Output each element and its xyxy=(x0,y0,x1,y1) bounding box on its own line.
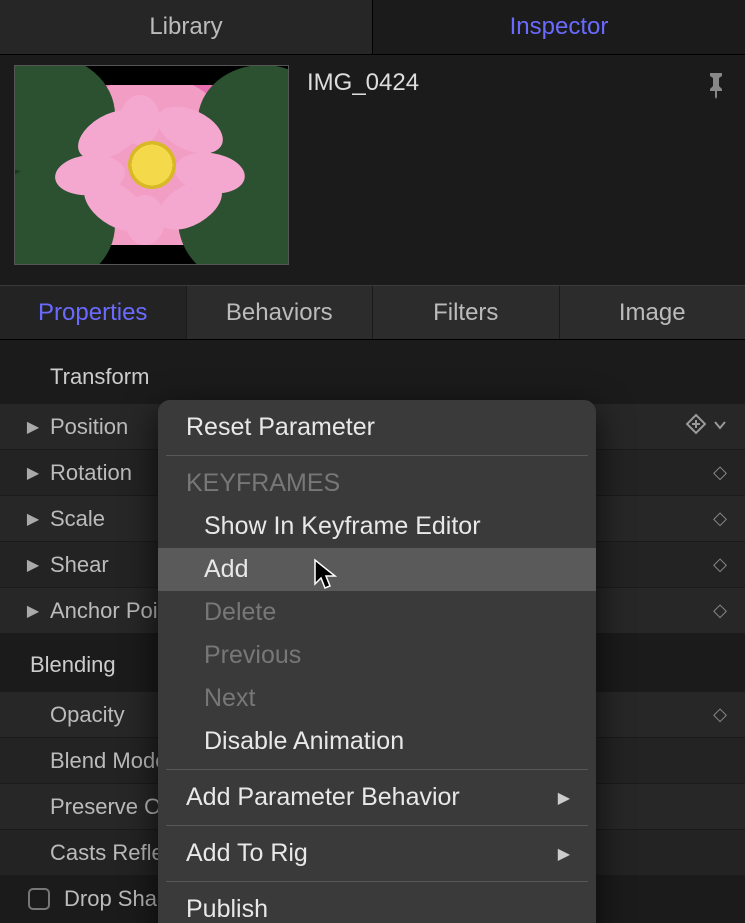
menu-next: Next xyxy=(158,677,596,720)
clip-title: IMG_0424 xyxy=(307,65,683,97)
menu-separator xyxy=(166,881,588,882)
menu-add[interactable]: Add xyxy=(158,548,596,591)
menu-separator xyxy=(166,769,588,770)
tab-behaviors[interactable]: Behaviors xyxy=(187,286,374,339)
menu-disable-animation[interactable]: Disable Animation xyxy=(158,720,596,763)
keyframe-icon[interactable]: ◇ xyxy=(713,508,727,529)
submenu-arrow-icon: ▶ xyxy=(558,844,570,864)
clip-thumbnail[interactable] xyxy=(14,65,289,265)
disclosure-icon[interactable]: ▶ xyxy=(22,555,44,575)
drop-shadow-checkbox[interactable] xyxy=(28,888,50,910)
menu-add-to-rig[interactable]: Add To Rig ▶ xyxy=(158,832,596,875)
context-menu: Reset Parameter KEYFRAMES Show In Keyfra… xyxy=(158,400,596,923)
menu-keyframes-label: KEYFRAMES xyxy=(158,462,596,505)
menu-separator xyxy=(166,455,588,456)
top-tabs: Library Inspector xyxy=(0,0,745,55)
keyframe-icon[interactable]: ◇ xyxy=(713,554,727,575)
menu-previous: Previous xyxy=(158,634,596,677)
keyframe-icon[interactable]: ◇ xyxy=(713,600,727,621)
menu-item-label: Add Parameter Behavior xyxy=(186,783,460,812)
keyframe-add-icon[interactable] xyxy=(685,413,707,441)
disclosure-icon[interactable]: ▶ xyxy=(22,463,44,483)
inspector-sub-tabs: Properties Behaviors Filters Image xyxy=(0,285,745,340)
chevron-down-icon[interactable] xyxy=(713,418,727,435)
pin-icon[interactable] xyxy=(701,65,731,106)
tab-properties[interactable]: Properties xyxy=(0,286,187,339)
disclosure-icon[interactable]: ▶ xyxy=(22,601,44,621)
preview-area: IMG_0424 xyxy=(0,55,745,285)
section-transform: Transform xyxy=(0,350,745,404)
tab-filters[interactable]: Filters xyxy=(373,286,560,339)
menu-reset-parameter[interactable]: Reset Parameter xyxy=(158,406,596,449)
keyframe-icon[interactable]: ◇ xyxy=(713,704,727,725)
menu-show-in-keyframe-editor[interactable]: Show In Keyframe Editor xyxy=(158,505,596,548)
tab-library[interactable]: Library xyxy=(0,0,373,54)
tab-inspector[interactable]: Inspector xyxy=(373,0,745,54)
disclosure-icon[interactable]: ▶ xyxy=(22,417,44,437)
tab-image[interactable]: Image xyxy=(560,286,745,339)
menu-delete: Delete xyxy=(158,591,596,634)
disclosure-icon[interactable]: ▶ xyxy=(22,509,44,529)
menu-separator xyxy=(166,825,588,826)
menu-publish[interactable]: Publish xyxy=(158,888,596,923)
keyframe-icon[interactable]: ◇ xyxy=(713,462,727,483)
submenu-arrow-icon: ▶ xyxy=(558,788,570,808)
menu-item-label: Add To Rig xyxy=(186,839,308,868)
menu-add-parameter-behavior[interactable]: Add Parameter Behavior ▶ xyxy=(158,776,596,819)
